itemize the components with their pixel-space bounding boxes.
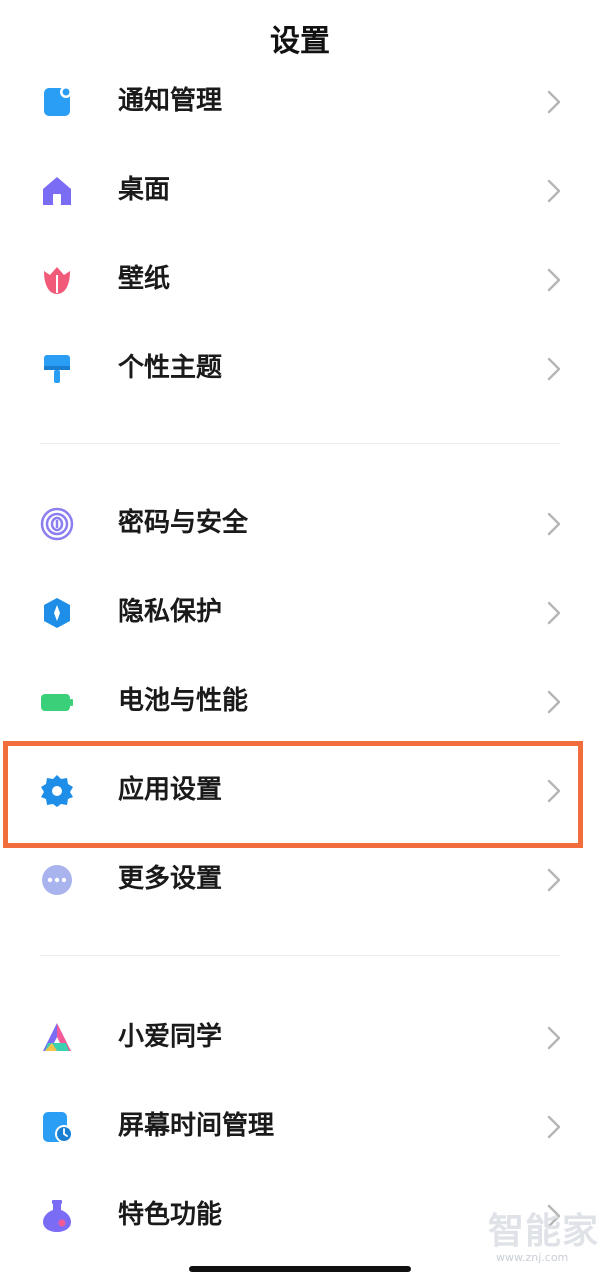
settings-item-themes[interactable]: 个性主题 [0,323,600,412]
settings-item-label: 电池与性能 [118,686,249,716]
privacy-shield-icon [40,596,74,630]
chevron-right-icon [544,511,564,537]
flask-icon [40,1199,74,1233]
settings-item-label: 密码与安全 [118,508,249,538]
settings-item-label: 桌面 [118,175,171,205]
settings-item-label: 特色功能 [118,1200,223,1230]
settings-item-wallpaper[interactable]: 壁纸 [0,234,600,323]
chevron-right-icon [544,867,564,893]
section-divider [40,443,560,444]
fingerprint-icon [40,507,74,541]
settings-item-privacy[interactable]: 隐私保护 [0,567,600,656]
settings-item-label: 更多设置 [118,864,223,894]
chevron-right-icon [544,600,564,626]
chevron-right-icon [544,178,564,204]
home-indicator[interactable] [189,1266,411,1272]
settings-item-xiaoai[interactable]: 小爱同学 [0,992,600,1081]
battery-icon [40,685,74,719]
settings-item-desktop[interactable]: 桌面 [0,145,600,234]
chevron-right-icon [544,1025,564,1051]
settings-item-notifications[interactable]: 通知管理 [0,56,600,145]
settings-item-password-security[interactable]: 密码与安全 [0,478,600,567]
notification-icon [40,85,74,119]
tulip-icon [40,263,74,297]
home-icon [40,174,74,208]
settings-item-more-settings[interactable]: 更多设置 [0,834,600,923]
settings-item-label: 小爱同学 [118,1022,223,1052]
chevron-right-icon [544,356,564,382]
more-dots-icon [40,863,74,897]
section-divider [40,955,560,956]
chevron-right-icon [544,778,564,804]
watermark-url: www.znj.com [496,1251,569,1264]
xiaoai-icon [40,1021,74,1055]
settings-item-label: 壁纸 [118,264,171,294]
paintbrush-icon [40,352,74,386]
settings-item-label: 隐私保护 [118,597,223,627]
chevron-right-icon [544,267,564,293]
settings-item-screen-time[interactable]: 屏幕时间管理 [0,1081,600,1170]
settings-item-label: 通知管理 [118,86,223,116]
chevron-right-icon [544,689,564,715]
screen-time-icon [40,1110,74,1144]
settings-item-label: 个性主题 [118,353,223,383]
settings-item-app-settings[interactable]: 应用设置 [0,745,600,834]
chevron-right-icon [544,89,564,115]
settings-item-battery-performance[interactable]: 电池与性能 [0,656,600,745]
watermark-logo: 智能家 [488,1211,600,1252]
gear-icon [40,774,74,808]
settings-item-label: 应用设置 [118,775,223,805]
chevron-right-icon [544,1114,564,1140]
settings-item-label: 屏幕时间管理 [118,1111,275,1141]
